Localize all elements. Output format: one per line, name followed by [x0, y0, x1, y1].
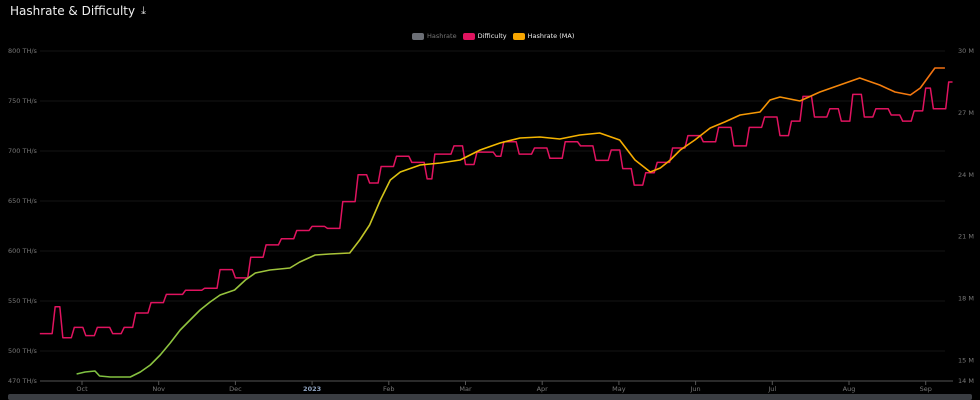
difficulty-line — [39, 81, 953, 339]
y-right-tick-label: 24 M — [958, 171, 974, 179]
y-right-tick-label: 21 M — [958, 233, 974, 241]
y-left-tick-label: 800 TH/s — [8, 47, 38, 55]
y-left-tick-label: 750 TH/s — [8, 97, 38, 105]
x-tick-label: Dec — [229, 385, 242, 393]
y-right-tick-label: 15 M — [958, 356, 974, 364]
chart-plot: 800 TH/s 750 TH/s 700 TH/s 650 TH/s 600 TH/s… — [8, 47, 974, 393]
x-tick-label: Mar — [459, 385, 472, 393]
y-left-tick-label: 470 TH/s — [8, 377, 38, 385]
x-tick-label: Sep — [920, 385, 932, 393]
y-left-tick-label: 500 TH/s — [8, 347, 38, 355]
x-tick-label: Jul — [767, 385, 776, 393]
x-tick-label: 2023 — [303, 385, 321, 393]
horizontal-scrollbar[interactable] — [8, 394, 972, 400]
x-tick-label: Apr — [537, 385, 549, 393]
y-right-tick-label: 30 M — [958, 47, 974, 55]
x-tick-label: Aug — [843, 385, 856, 393]
x-tick-label: Jun — [690, 385, 701, 393]
x-tick-label: Nov — [152, 385, 165, 393]
x-tick-label: Feb — [383, 385, 395, 393]
y-right-tick-label: 18 M — [958, 295, 974, 303]
y-left-tick-label: 600 TH/s — [8, 247, 38, 255]
y-left-tick-label: 650 TH/s — [8, 197, 38, 205]
y-left-tick-label: 550 TH/s — [8, 297, 38, 305]
y-right-tick-label: 27 M — [958, 109, 974, 117]
y-left-tick-label: 700 TH/s — [8, 147, 38, 155]
x-tick-label: Oct — [76, 385, 88, 393]
y-right-tick-label: 14 M — [958, 377, 974, 385]
x-tick-label: May — [612, 385, 626, 393]
